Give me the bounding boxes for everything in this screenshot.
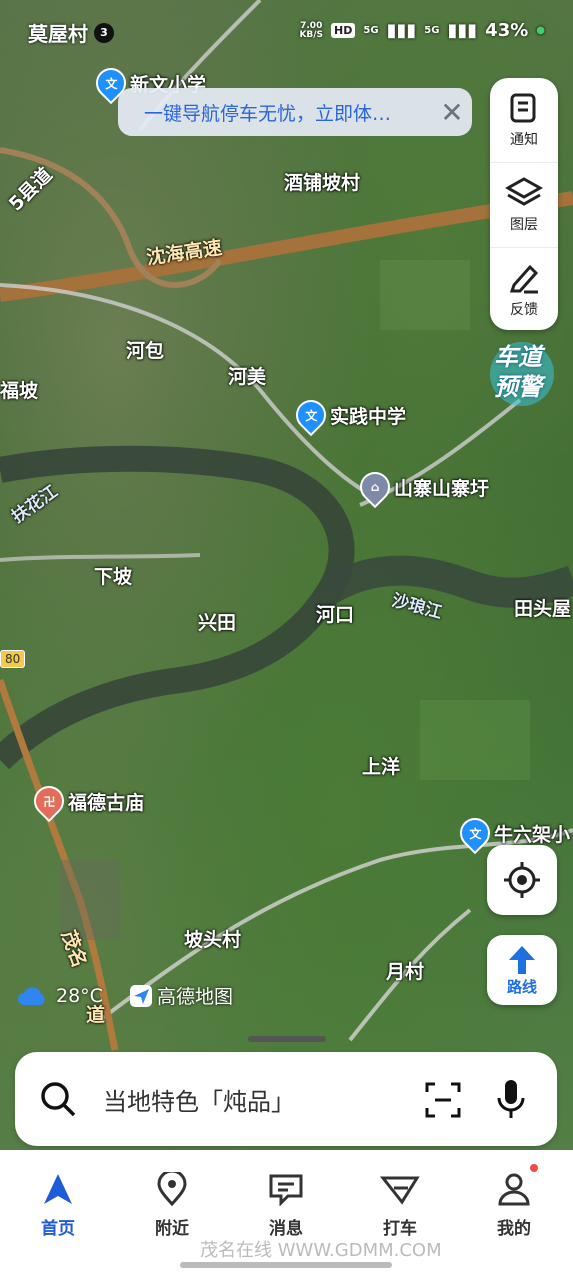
signal-5g-1: 5G [363, 25, 379, 36]
poi-shijian-school[interactable]: 文 实践中学 [289, 393, 406, 437]
amap-brand: 高德地图 [129, 982, 233, 1009]
locate-button[interactable] [487, 845, 557, 915]
label-yuecun: 月村 [386, 961, 425, 983]
status-bar: 莫屋村 3 7.00 KB/S HD 5G ▮▮▮ 5G ▮▮▮ 43% ● [0, 0, 573, 60]
amap-logo-icon [129, 984, 152, 1007]
close-icon[interactable]: ✕ [432, 96, 472, 129]
road-number-badge: 80 [0, 650, 26, 668]
network-speed: 7.00 KB/S [299, 20, 324, 40]
temperature: 28°C [56, 984, 103, 1007]
label-hekou: 河口 [316, 604, 355, 626]
label-fupo: 福坡 [0, 380, 39, 402]
edit-icon [509, 264, 539, 294]
nav-profile[interactable]: 我的 [464, 1164, 564, 1239]
lane-warning-button[interactable]: 车道 预警 [486, 338, 558, 410]
locate-icon [504, 862, 540, 898]
poi-shanzhai-market[interactable]: ⌂ 山寨山寨圩 [353, 465, 489, 509]
weather-brand-row: 28°C 高德地图 [16, 982, 233, 1009]
map-tool-panel: 通知 图层 反馈 [490, 78, 558, 330]
route-arrow-icon [509, 945, 535, 974]
signal-bars-icon: ▮▮▮ [386, 20, 417, 41]
nav-messages[interactable]: 消息 [236, 1172, 336, 1239]
location-pin-icon [157, 1172, 187, 1206]
nav-nearby[interactable]: 附近 [122, 1172, 222, 1239]
microphone-icon[interactable] [495, 1078, 527, 1120]
notice-button[interactable]: 通知 [490, 78, 558, 163]
label-jiupu: 酒铺坡村 [284, 172, 361, 194]
user-icon [498, 1173, 530, 1206]
label-potou: 坡头村 [184, 929, 242, 951]
school-icon: 文 [453, 811, 497, 855]
message-icon [269, 1174, 303, 1206]
route-label: 路线 [506, 977, 537, 996]
search-bar[interactable]: 当地特色「炖品」 [15, 1052, 557, 1146]
nav-home[interactable]: 首页 [8, 1172, 108, 1239]
status-location: 莫屋村 3 [28, 18, 114, 47]
sheet-drag-handle[interactable] [248, 1036, 326, 1042]
label-shangyang: 上洋 [362, 756, 401, 778]
banner-text[interactable]: 一键导航停车无忧，立即体… [144, 99, 432, 126]
label-xiapo: 下坡 [94, 566, 133, 588]
hd-icon: HD [331, 23, 356, 38]
poi-niuliu-school[interactable]: 文 牛六架小 [453, 811, 570, 855]
label-hebao: 河包 [126, 340, 165, 362]
navigation-promo-banner[interactable]: 一键导航停车无忧，立即体… ✕ [118, 88, 472, 136]
signal-bars-icon: ▮▮▮ [447, 20, 478, 41]
school-icon: 文 [289, 393, 333, 437]
taxi-flag-icon [380, 1176, 420, 1205]
home-arrow-icon [44, 1174, 72, 1204]
notice-icon [510, 93, 536, 123]
label-xingtian: 兴田 [198, 612, 237, 634]
label-tiantou: 田头屋 [514, 598, 572, 620]
search-input[interactable]: 当地特色「炖品」 [103, 1082, 295, 1117]
cloud-icon [18, 986, 45, 1005]
notification-dot [530, 1164, 538, 1172]
notification-badge: 3 [94, 22, 114, 43]
nav-taxi[interactable]: 打车 [350, 1172, 450, 1239]
battery-level: 43% [485, 20, 529, 41]
layers-button[interactable]: 图层 [490, 163, 558, 248]
dot-icon: ● [536, 25, 545, 36]
route-button[interactable]: 路线 [487, 935, 557, 1005]
layers-icon [505, 177, 543, 206]
status-icons: 7.00 KB/S HD 5G ▮▮▮ 5G ▮▮▮ 43% ● [299, 20, 545, 41]
signal-5g-2: 5G [424, 25, 440, 36]
search-icon [41, 1082, 76, 1117]
temple-icon: 卍 [27, 779, 71, 823]
poi-fude-temple[interactable]: 卍 福德古庙 [27, 779, 144, 823]
scan-icon[interactable] [425, 1082, 461, 1118]
market-icon: ⌂ [353, 465, 397, 509]
watermark: 茂名在线 WWW.GDMM.COM [200, 1240, 442, 1261]
feedback-button[interactable]: 反馈 [490, 248, 558, 332]
home-indicator[interactable] [180, 1262, 392, 1268]
label-hemei: 河美 [228, 366, 267, 388]
